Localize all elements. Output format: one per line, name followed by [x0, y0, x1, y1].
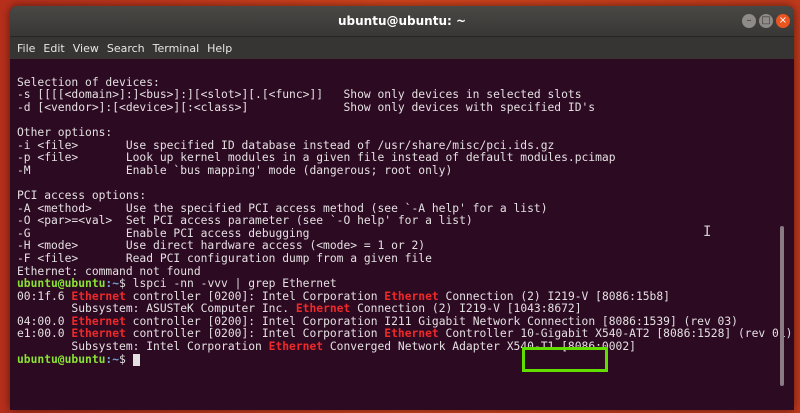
- prompt-user: ubuntu@ubuntu: [17, 277, 106, 291]
- terminal-line: -p <file> Look up kernel modules in a gi…: [17, 151, 616, 165]
- menu-file[interactable]: File: [17, 42, 35, 55]
- maximize-button[interactable]: □: [759, 14, 773, 28]
- match-text: Ethernet: [71, 327, 126, 341]
- terminal-line: -d [<vendor>]:[<device>][:<class>] Show …: [17, 100, 596, 114]
- close-button[interactable]: ×: [776, 14, 790, 28]
- minimize-button[interactable]: –: [742, 14, 756, 28]
- result-text: controller [0200]: Intel Corporation: [125, 289, 385, 303]
- menu-bar: File Edit View Search Terminal Help: [10, 37, 794, 59]
- annotation-highlight-box: [522, 347, 608, 372]
- prompt-user: ubuntu@ubuntu: [17, 352, 106, 366]
- terminal-output[interactable]: Selection of devices: -s [[[[<domain>]:]…: [17, 64, 792, 410]
- match-text: Ethernet: [384, 289, 439, 303]
- result-text: Connection (2) I219-V [8086:15b8]: [438, 289, 670, 303]
- prompt-symbol: $: [119, 277, 133, 291]
- result-text: Connection (2) I219-V [1043:8672]: [350, 302, 582, 316]
- prompt-path: :~: [105, 277, 120, 291]
- terminal-line: -F <file> Read PCI configuration dump fr…: [17, 251, 432, 265]
- menu-view[interactable]: View: [73, 42, 99, 55]
- menu-help[interactable]: Help: [207, 42, 232, 55]
- match-text: Ethernet: [268, 340, 324, 354]
- terminal-line: Other options:: [17, 125, 113, 139]
- prompt-path: :~: [105, 352, 120, 366]
- ibeam-cursor-icon: I: [703, 224, 712, 240]
- result-text: 04:00.0: [17, 314, 72, 328]
- command-text: lspci -nn -vvv | grep Ethernet: [132, 277, 337, 291]
- result-text: controller [0200]: Intel Corporation: [125, 327, 385, 341]
- menu-terminal[interactable]: Terminal: [153, 42, 200, 55]
- window-title: ubuntu@ubuntu: ~: [337, 14, 467, 28]
- text-cursor: [132, 353, 140, 366]
- prompt-symbol: $: [119, 352, 133, 366]
- menu-edit[interactable]: Edit: [43, 42, 64, 55]
- result-text: Subsystem: ASUSTeK Computer Inc.: [17, 302, 296, 316]
- match-text: Ethernet: [71, 289, 126, 303]
- terminal-line: -s [[[[<domain>]:]<bus>]:][<slot>][.[<fu…: [17, 88, 582, 102]
- active-prompt-line[interactable]: ubuntu@ubuntu:~$: [17, 352, 777, 367]
- terminal-line: PCI access options:: [17, 188, 147, 202]
- match-text: Ethernet: [384, 327, 439, 341]
- result-text: 00:1f.6: [17, 289, 72, 303]
- result-text: Subsystem: Intel Corporation: [17, 340, 269, 354]
- terminal-line: -O <par>=<val> Set PCI access parameter …: [17, 214, 473, 228]
- terminal-line: -M Enable `bus mapping' mode (dangerous;…: [17, 163, 453, 177]
- menu-search[interactable]: Search: [107, 42, 145, 55]
- match-text: Ethernet: [295, 302, 351, 316]
- terminal-window: ubuntu@ubuntu: ~ – □ × File Edit View Se…: [10, 6, 794, 410]
- result-text: controller [0200]: Intel Corporation I21…: [125, 314, 738, 328]
- match-text: Ethernet: [71, 314, 126, 328]
- result-text: e1:00.0: [17, 327, 72, 341]
- title-bar[interactable]: ubuntu@ubuntu: ~ – □ ×: [10, 6, 794, 37]
- result-text: Controller 10-Gigabit X540-AT2 [8086:152…: [438, 327, 793, 341]
- scrollbar[interactable]: [780, 226, 784, 386]
